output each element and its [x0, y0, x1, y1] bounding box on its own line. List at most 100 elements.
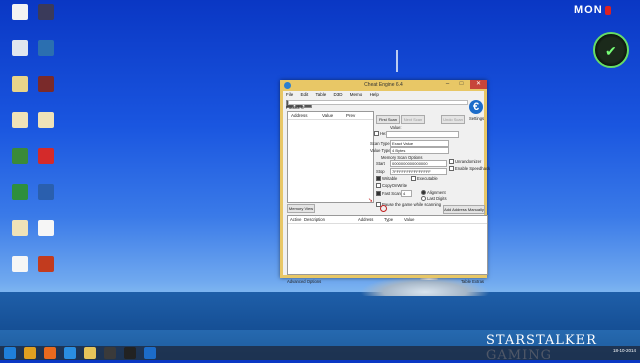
menu-edit[interactable]: Edit	[301, 92, 309, 97]
desktop-icon[interactable]	[26, 184, 66, 201]
sea	[0, 292, 640, 330]
alignment-radio-dot[interactable]	[421, 190, 426, 196]
speedhack-checkbox[interactable]: Enable Speedhack	[449, 166, 491, 172]
copyonwrite-label: CopyOnWrite	[382, 183, 408, 188]
clock-date: 18-10-2014	[612, 348, 636, 353]
taskbar-app-icon[interactable]	[104, 347, 116, 359]
menu-table[interactable]: Table	[315, 92, 326, 97]
last-digits-radio-dot[interactable]	[421, 196, 426, 202]
col-addr[interactable]: Address	[358, 217, 373, 222]
copyonwrite-check-box[interactable]	[376, 183, 381, 189]
desktop-app-icon	[38, 256, 54, 272]
desktop-app-icon	[38, 220, 54, 236]
start-address-input[interactable]: 0000000000000000	[390, 160, 447, 167]
writable-checkbox[interactable]: Writable	[376, 176, 397, 182]
col-type[interactable]: Type	[384, 217, 393, 222]
menu-bar: File Edit Table D3D Memo Help	[283, 91, 484, 99]
maximize-button[interactable]: □	[456, 80, 467, 89]
unrandomizer-label: Unrandomizer	[455, 159, 482, 164]
stop-label: Stop	[376, 169, 385, 174]
value-type-label: Value Type	[370, 148, 391, 153]
copyonwrite-checkbox[interactable]: CopyOnWrite	[376, 183, 408, 189]
results-list[interactable]: Address Value Prev	[287, 111, 374, 203]
desktop-icon[interactable]	[26, 76, 66, 93]
fast-scan-input[interactable]: 4	[401, 190, 412, 197]
value-label: Value:	[390, 125, 402, 130]
settings-label[interactable]: Settings	[469, 116, 484, 121]
taskbar-clock[interactable]: 18-10-2014	[613, 348, 636, 353]
minimize-button[interactable]: –	[442, 80, 453, 89]
desktop-app-icon	[38, 76, 54, 92]
next-scan-button[interactable]: Next Scan	[401, 115, 425, 124]
menu-d3d[interactable]: D3D	[334, 92, 343, 97]
last-digits-label: Last Digits	[427, 196, 447, 201]
stop-address-input[interactable]: 7FFFFFFFFFFFFFFF	[390, 168, 447, 175]
menu-file[interactable]: File	[286, 92, 293, 97]
desktop-icon[interactable]	[26, 220, 66, 237]
title-bar[interactable]: Cheat Engine 6.4 – □ ✕	[280, 80, 487, 91]
advanced-options-link[interactable]: Advanced Options	[287, 279, 321, 284]
brand-badge	[604, 6, 611, 15]
desktop-icon[interactable]	[26, 112, 66, 129]
table-extras-link[interactable]: Table Extras	[461, 279, 484, 284]
executable-label: Executable	[417, 176, 438, 181]
taskbar-start-icon[interactable]	[4, 347, 16, 359]
menu-help[interactable]: Help	[370, 92, 379, 97]
first-scan-button[interactable]: First Scan	[376, 115, 400, 124]
alignment-radio[interactable]: Alignment	[421, 190, 446, 196]
pointer-arrow-icon[interactable]: ➘	[368, 197, 373, 204]
address-list[interactable]: Active Description Address Type Value	[287, 215, 488, 275]
unrandomizer-checkbox[interactable]: Unrandomizer	[449, 159, 482, 165]
writable-check-box[interactable]	[376, 176, 381, 182]
desktop-icon[interactable]	[26, 40, 66, 57]
fast-scan-checkbox[interactable]: Fast Scan	[376, 191, 401, 197]
close-button[interactable]: ✕	[470, 80, 487, 89]
stop-icon[interactable]	[380, 205, 387, 212]
desktop-icon[interactable]	[26, 4, 66, 21]
memory-view-button[interactable]: Memory View	[287, 204, 315, 213]
col-description[interactable]: Description	[304, 217, 325, 222]
menu-memo[interactable]: Memo	[350, 92, 363, 97]
results-header: Address Value Prev	[288, 112, 373, 120]
taskbar-unity-icon[interactable]	[124, 347, 136, 359]
cheat-engine-logo[interactable]: €	[469, 100, 483, 114]
desktop-app-icon	[38, 40, 54, 56]
taskbar-explorer-icon[interactable]	[84, 347, 96, 359]
alignment-label: Alignment	[427, 190, 446, 195]
taskbar: 18-10-2014	[0, 346, 640, 360]
add-address-button[interactable]: Add Address Manually	[443, 205, 485, 214]
gauge-widget[interactable]: ✔	[593, 32, 629, 68]
scan-type-label: Scan Type	[370, 141, 390, 146]
col-address[interactable]: Address	[291, 113, 308, 118]
desktop-icon[interactable]	[26, 148, 66, 165]
taskbar-ie-icon[interactable]	[64, 347, 76, 359]
hex-check-box[interactable]	[374, 131, 379, 137]
unrandomizer-check-box[interactable]	[449, 159, 454, 165]
executable-check-box[interactable]	[411, 176, 416, 182]
pause-game-label: Pause the game while scanning	[382, 202, 442, 207]
undo-scan-button[interactable]: Undo Scan	[441, 115, 465, 124]
fast-scan-check-box[interactable]	[376, 191, 381, 197]
found-count: Found: 0	[286, 105, 304, 110]
col-val[interactable]: Value	[404, 217, 414, 222]
cheat-engine-window[interactable]: Cheat Engine 6.4 – □ ✕ File Edit Table D…	[280, 80, 491, 284]
taskbar-firefox-icon[interactable]	[44, 347, 56, 359]
executable-checkbox[interactable]: Executable	[411, 176, 438, 182]
col-prev[interactable]: Prev	[346, 113, 355, 118]
taskbar-chrome-icon[interactable]	[24, 347, 36, 359]
distant-pole	[396, 50, 398, 72]
start-label: Start	[376, 161, 385, 166]
col-value[interactable]: Value	[322, 113, 333, 118]
taskbar-cheat-engine-icon[interactable]	[144, 347, 156, 359]
window-footer: Advanced Options Table Extras	[287, 279, 486, 284]
col-active[interactable]: Active	[290, 217, 301, 222]
desktop-app-icon	[38, 148, 54, 164]
value-type-select[interactable]: 4 Bytes	[390, 147, 449, 154]
last-digits-radio[interactable]: Last Digits	[421, 196, 447, 202]
value-input[interactable]	[386, 131, 459, 138]
scan-type-select[interactable]: Exact Value	[390, 140, 449, 147]
desktop-icon[interactable]	[26, 256, 66, 273]
speedhack-check-box[interactable]	[449, 166, 454, 172]
speedhack-label: Enable Speedhack	[455, 166, 491, 171]
fast-scan-label: Fast Scan	[382, 191, 401, 196]
